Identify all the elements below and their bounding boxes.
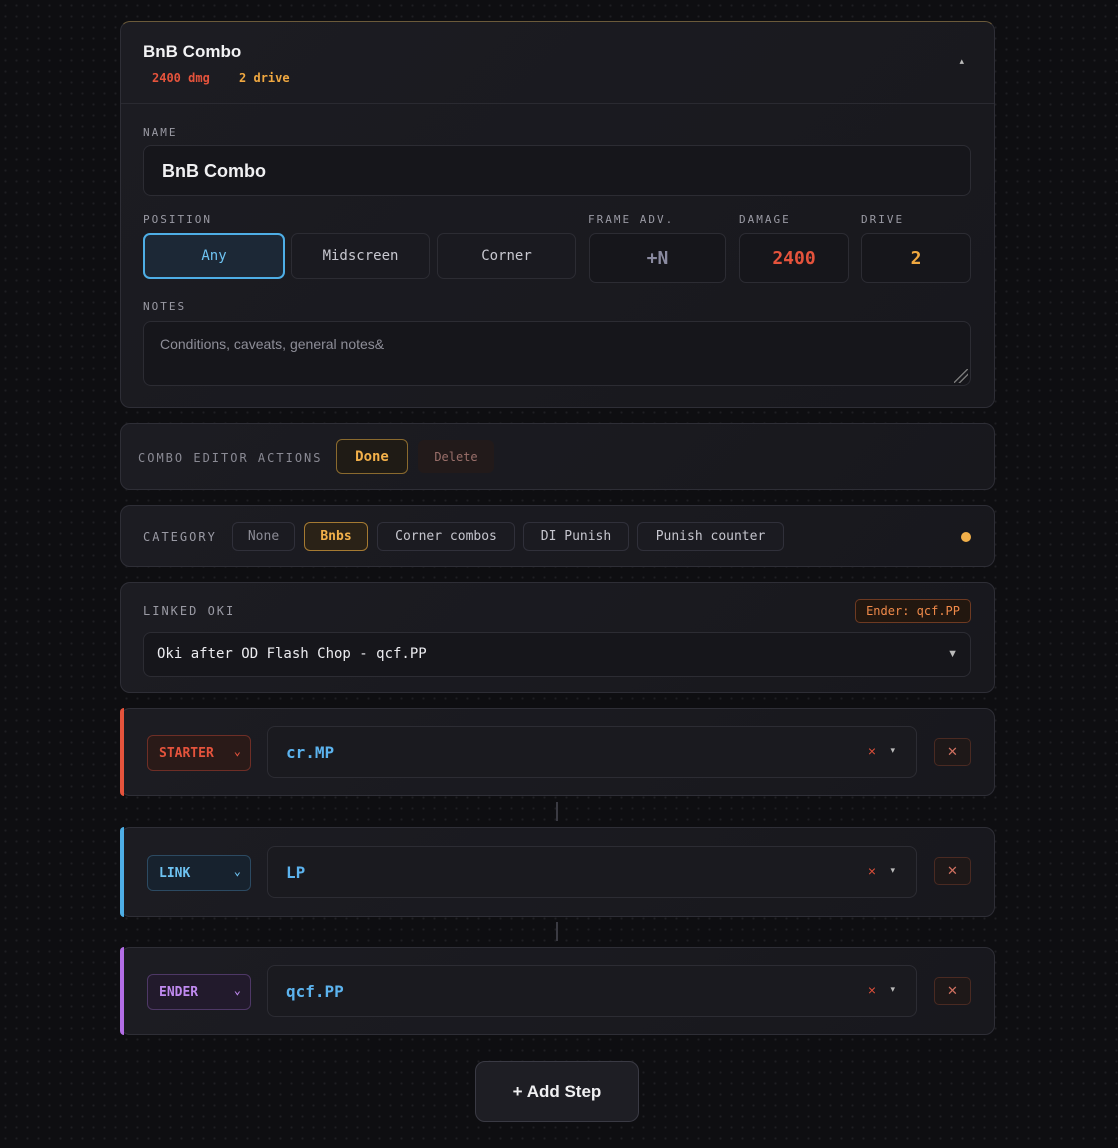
dropdown-caret-icon[interactable]: ▾ xyxy=(890,984,895,995)
done-button[interactable]: Done xyxy=(336,439,408,474)
step-type-select[interactable]: STARTER ⌄ xyxy=(147,735,251,771)
actions-label: COMBO EDITOR ACTIONS xyxy=(138,451,323,465)
resize-handle-icon[interactable] xyxy=(954,369,968,383)
category-chip-none[interactable]: None xyxy=(232,522,295,551)
category-chip-punish-counter[interactable]: Punish counter xyxy=(637,522,784,551)
position-label: POSITION xyxy=(143,213,212,226)
remove-step-button[interactable]: ✕ xyxy=(934,977,971,1005)
name-input[interactable]: BnB Combo xyxy=(143,145,971,196)
notes-textarea[interactable]: Conditions, caveats, general notes& xyxy=(143,321,971,386)
damage-label: DAMAGE xyxy=(739,213,791,226)
damage-stat: 2400 dmg xyxy=(152,71,210,85)
position-midscreen-button[interactable]: Midscreen xyxy=(291,233,430,279)
step-type-bar xyxy=(120,947,124,1035)
dropdown-caret-icon[interactable]: ▾ xyxy=(890,745,895,756)
step-move-value: qcf.PP xyxy=(286,982,344,1001)
drive-label: DRIVE xyxy=(861,213,905,226)
drive-stat: 2 drive xyxy=(239,71,290,85)
collapse-icon[interactable]: ▴ xyxy=(959,56,964,67)
step-connector xyxy=(556,922,558,941)
dropdown-caret-icon: ▼ xyxy=(947,648,958,660)
position-any-button[interactable]: Any xyxy=(143,233,285,279)
linked-oki-card: LINKED OKI Ender: qcf.PP Oki after OD Fl… xyxy=(120,582,995,693)
linked-oki-select[interactable]: Oki after OD Flash Chop - qcf.PP ▼ xyxy=(143,632,971,677)
damage-input[interactable]: 2400 xyxy=(739,233,849,283)
combo-stats: 2400 dmg 2 drive xyxy=(152,71,290,85)
step-move-input[interactable]: LP × ▾ xyxy=(267,846,917,898)
notes-placeholder: Conditions, caveats, general notes& xyxy=(160,336,385,352)
combo-step: ENDER ⌄ qcf.PP × ▾ ✕ xyxy=(120,947,995,1035)
remove-step-button[interactable]: ✕ xyxy=(934,857,971,885)
linked-oki-label: LINKED OKI xyxy=(143,604,236,618)
remove-step-button[interactable]: ✕ xyxy=(934,738,971,766)
chevron-down-icon: ⌄ xyxy=(233,983,241,997)
combo-step: LINK ⌄ LP × ▾ ✕ xyxy=(120,827,995,917)
frame-adv-input[interactable]: +N xyxy=(589,233,726,283)
step-move-input[interactable]: qcf.PP × ▾ xyxy=(267,965,917,1017)
step-type-bar xyxy=(120,827,124,917)
linked-oki-value: Oki after OD Flash Chop - qcf.PP xyxy=(157,646,427,662)
step-type-select[interactable]: ENDER ⌄ xyxy=(147,974,251,1010)
name-value: BnB Combo xyxy=(162,161,266,181)
step-type-select[interactable]: LINK ⌄ xyxy=(147,855,251,891)
step-move-value: LP xyxy=(286,863,306,882)
ender-badge: Ender: qcf.PP xyxy=(855,599,971,623)
step-type-label: STARTER xyxy=(159,745,214,761)
actions-card: COMBO EDITOR ACTIONS Done Delete xyxy=(120,423,995,490)
delete-button[interactable]: Delete xyxy=(418,440,494,473)
category-chip-bnbs[interactable]: Bnbs xyxy=(304,522,368,551)
position-corner-button[interactable]: Corner xyxy=(437,233,576,279)
step-type-label: ENDER xyxy=(159,984,199,1000)
category-label: CATEGORY xyxy=(143,530,217,544)
drive-input[interactable]: 2 xyxy=(861,233,971,283)
step-type-label: LINK xyxy=(159,865,191,881)
step-type-bar xyxy=(120,708,124,796)
category-chip-corner-combos[interactable]: Corner combos xyxy=(377,522,515,551)
combo-step: STARTER ⌄ cr.MP × ▾ ✕ xyxy=(120,708,995,796)
combo-card: BnB Combo 2400 dmg 2 drive ▴ NAME BnB Co… xyxy=(120,21,995,408)
add-step-button[interactable]: + Add Step xyxy=(475,1061,639,1122)
notes-label: NOTES xyxy=(143,300,187,313)
frame-adv-label: FRAME ADV. xyxy=(588,213,675,226)
clear-icon[interactable]: × xyxy=(868,863,876,879)
unsaved-indicator-dot xyxy=(961,532,971,542)
category-card: CATEGORY None Bnbs Corner combos DI Puni… xyxy=(120,505,995,567)
dropdown-caret-icon[interactable]: ▾ xyxy=(890,865,895,876)
category-chip-di-punish[interactable]: DI Punish xyxy=(523,522,629,551)
clear-icon[interactable]: × xyxy=(868,743,876,759)
combo-title: BnB Combo xyxy=(143,42,242,61)
chevron-down-icon: ⌄ xyxy=(233,744,241,758)
name-label: NAME xyxy=(143,126,178,139)
step-move-value: cr.MP xyxy=(286,743,335,762)
step-connector xyxy=(556,802,558,821)
clear-icon[interactable]: × xyxy=(868,982,876,998)
chevron-down-icon: ⌄ xyxy=(233,864,241,878)
step-move-input[interactable]: cr.MP × ▾ xyxy=(267,726,917,778)
combo-header[interactable]: BnB Combo 2400 dmg 2 drive ▴ xyxy=(121,22,994,104)
